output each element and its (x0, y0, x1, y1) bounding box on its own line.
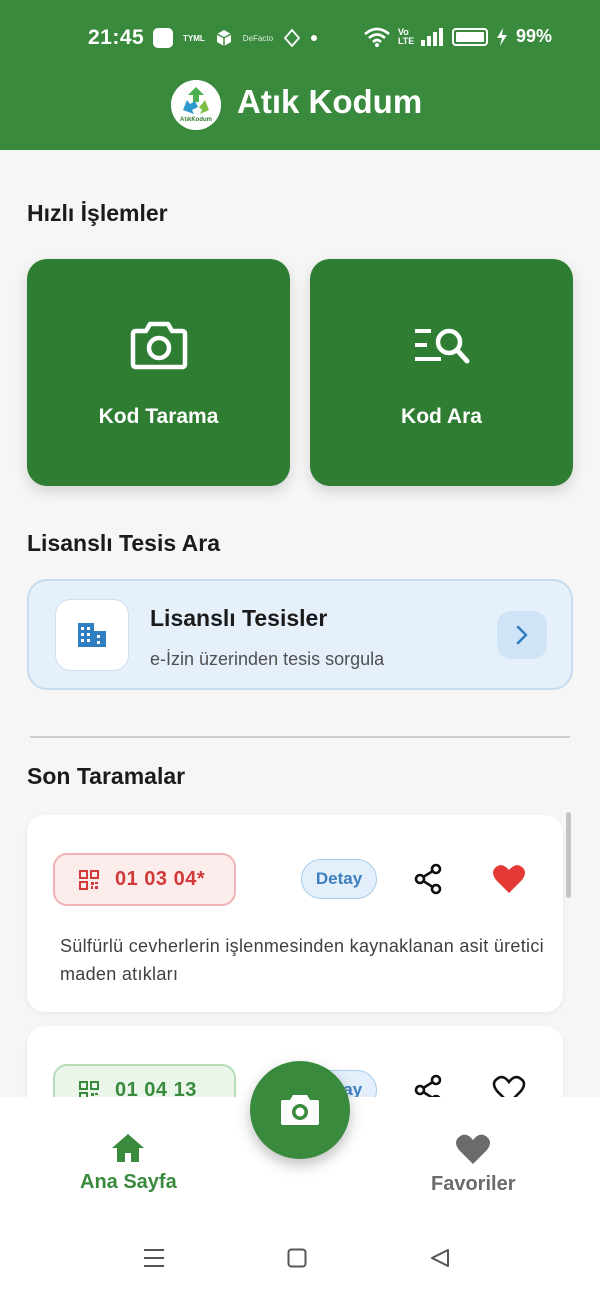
scrollbar[interactable] (566, 812, 571, 898)
nav-home-label: Ana Sayfa (80, 1171, 177, 1193)
share-button[interactable] (412, 863, 444, 895)
facility-subtitle: e-İzin üzerinden tesis sorgula (150, 649, 385, 669)
waste-code-chip[interactable]: 01 03 04* (53, 853, 236, 906)
favorite-button[interactable] (492, 863, 526, 895)
licensed-facilities-card[interactable]: Lisanslı Tesisler e-İzin üzerinden tesis… (27, 579, 573, 690)
facility-icon-box (55, 599, 129, 671)
facility-open-button[interactable] (497, 611, 547, 659)
camera-icon (129, 317, 189, 373)
building-icon (78, 623, 106, 647)
quick-actions-title: Hızlı İşlemler (27, 200, 168, 226)
menu-icon[interactable] (143, 1248, 165, 1268)
waste-description: Sülfürlü cevherlerin işlenmesinden kayna… (60, 936, 544, 984)
status-notification-icons: TYML DeFacto (153, 28, 318, 48)
app-title: Atık Kodum (237, 83, 423, 120)
scan-code-label: Kod Tarama (98, 405, 219, 428)
status-time: 21:45 (88, 26, 145, 49)
camera-icon (281, 1095, 319, 1125)
scan-card[interactable]: 01 03 04* Detay Sülfürlü cevherlerin işl… (27, 815, 563, 1012)
more-notifications-dot (311, 35, 318, 41)
scan-fab-button[interactable] (250, 1061, 350, 1159)
heart-icon (456, 1134, 491, 1164)
recent-scans-title: Son Taramalar (27, 763, 186, 789)
search-code-card[interactable]: Kod Ara (310, 259, 573, 486)
section-divider (30, 736, 570, 738)
nav-favorites-label: Favoriler (431, 1173, 516, 1195)
status-app-label-1: TYML (183, 33, 205, 43)
signal-icon (420, 27, 443, 46)
qr-code-icon (79, 869, 99, 890)
system-navigation-bar (0, 1230, 600, 1290)
status-system-icons: Vo LTE 99% (364, 26, 552, 47)
box-app-icon (216, 30, 232, 46)
app-logo: AtıkKodum (171, 80, 221, 130)
home-icon (112, 1134, 145, 1162)
wifi-icon (364, 27, 390, 47)
home-square-icon[interactable] (287, 1248, 307, 1268)
chevron-right-icon (516, 625, 528, 645)
facility-section-title: Lisanslı Tesis Ara (27, 530, 221, 556)
battery-icon (451, 27, 488, 46)
search-code-label: Kod Ara (401, 405, 482, 428)
status-app-label-2: DeFacto (242, 33, 274, 43)
battery-percent: 99% (515, 26, 552, 46)
location-app-icon (283, 29, 301, 47)
heart-filled-icon (493, 865, 525, 893)
waste-code: 01 03 04* (115, 868, 206, 890)
charging-icon (496, 27, 507, 46)
volte-label: Vo LTE (397, 26, 415, 46)
share-icon (414, 863, 442, 895)
list-search-icon (412, 317, 472, 373)
app-header: 21:45 TYML DeFacto Vo LTE 99% AtıkKodum … (0, 0, 600, 150)
message-app-icon (153, 28, 173, 48)
facility-title: Lisanslı Tesisler (150, 605, 328, 631)
nav-favorites[interactable]: Favoriler (431, 1133, 515, 1196)
status-bar: 21:45 TYML DeFacto Vo LTE 99% (0, 22, 600, 56)
detail-button[interactable]: Detay (301, 859, 377, 899)
back-triangle-icon[interactable] (430, 1248, 450, 1268)
logo-text: AtıkKodum (180, 117, 212, 123)
nav-home[interactable]: Ana Sayfa (80, 1133, 177, 1194)
scan-code-card[interactable]: Kod Tarama (27, 259, 290, 486)
